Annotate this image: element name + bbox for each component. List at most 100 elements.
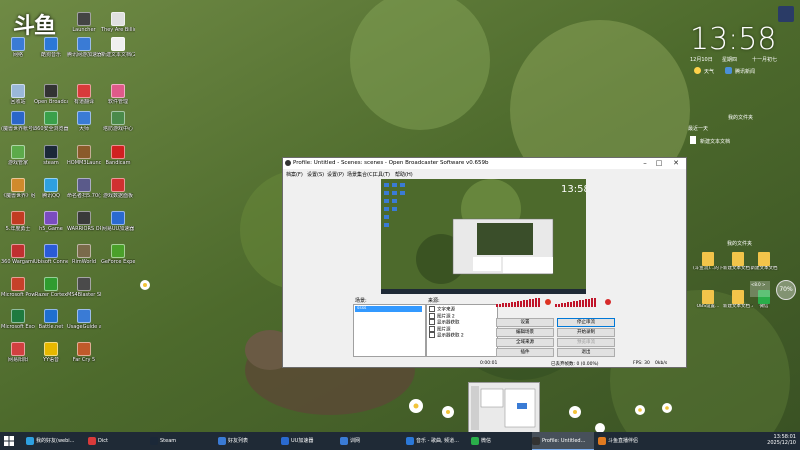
edit-scene-button[interactable]: 编辑场景 — [496, 328, 554, 337]
taskbar-item[interactable]: 好友列表 — [218, 432, 276, 450]
desktop-icon[interactable]: 软件管理 — [101, 84, 135, 105]
source-visibility-checkbox[interactable] — [429, 332, 435, 338]
obs-preview[interactable]: 13:58 — [381, 179, 586, 294]
desktop-icon[interactable]: 腾讯网游加速器 — [67, 37, 101, 58]
desktop-icon[interactable]: steam — [34, 145, 68, 166]
widget-icon[interactable] — [778, 6, 794, 22]
desktop-icon[interactable]: h5_Game — [34, 211, 68, 232]
source-visibility-checkbox[interactable] — [429, 325, 435, 332]
desktop-icon[interactable]: MS4Blaster Shadow... — [67, 277, 101, 298]
menu-item[interactable]: 场景集合(C) — [347, 171, 374, 178]
sources-list[interactable]: 文字来源 图片源 2 显示器获取 图片源 显示器获取 2 — [426, 304, 498, 357]
desktop-icon[interactable]: 回收站 — [1, 84, 35, 105]
weather-label[interactable]: 天气 — [704, 68, 714, 75]
desktop-icon[interactable]: Launcher — [67, 12, 101, 33]
desktop-icon[interactable]: 360 Wargaming Game Ce... — [1, 244, 35, 265]
desktop-icon[interactable]: 360安全浏览器 — [34, 111, 68, 132]
folder-file-icon[interactable]: (斗鱼流)...的下载文档 — [693, 252, 723, 271]
taskbar-item[interactable]: 训网 — [340, 432, 400, 450]
scenes-list[interactable]: ssss — [353, 304, 426, 357]
news-icon[interactable] — [725, 67, 732, 74]
menu-item[interactable]: 档案(F) — [286, 171, 303, 178]
desktop-icon[interactable]: HOMM3Launcher — [67, 145, 101, 166]
progress-badge[interactable]: 70% — [776, 280, 796, 300]
desktop-icon[interactable]: 酷狗音乐 — [34, 37, 68, 58]
desktop-icon[interactable]: Microsoft Excel 2016 — [1, 309, 35, 330]
desktop-icon[interactable]: 网络 — [1, 37, 35, 58]
speaker-mute-icon[interactable] — [605, 299, 611, 305]
my-docs-label[interactable]: 我的文件夹 — [728, 114, 753, 121]
menu-item[interactable]: 设置(P) — [327, 171, 344, 178]
desktop-icon[interactable]: Bandicam — [101, 145, 135, 166]
source-visibility-checkbox[interactable] — [429, 312, 435, 319]
desktop-icon[interactable]: Far Cry 5 — [67, 342, 101, 363]
taskbar-item[interactable]: 微信 — [471, 432, 529, 450]
folder-file-icon[interactable]: 新建文本文档 — [749, 252, 779, 271]
tray-clock[interactable]: 13:58:01 2025/12/10 — [752, 434, 796, 446]
close-button[interactable]: ✕ — [670, 159, 682, 168]
desktop-icon[interactable]: 塔防游戏中心 — [101, 111, 135, 132]
maximize-button[interactable]: □ — [653, 159, 665, 168]
taskbar-item-label: Steam — [160, 438, 177, 444]
taskbar-item[interactable]: 我的好友(webi... — [26, 432, 84, 450]
desktop-icon[interactable]: They Are Billions — [101, 12, 135, 33]
weather-icon[interactable] — [694, 67, 701, 74]
desktop-icon[interactable]: 5.年度勇士 — [1, 211, 35, 232]
source-visibility-checkbox[interactable] — [429, 306, 435, 312]
desktop-icon[interactable]: Ubisoft Connect — [34, 244, 68, 265]
desktop-icon-label: Far Cry 5 — [72, 357, 96, 363]
stop-stream-button[interactable]: 停止串流 — [557, 318, 615, 327]
desktop-icon[interactable]: YY语音 — [34, 342, 68, 363]
windows-start-icon[interactable] — [4, 436, 14, 446]
desktop-icon[interactable]: 《魔兽世界》经典怀旧服 — [1, 178, 35, 199]
app-icon — [150, 436, 158, 445]
desktop-icon[interactable]: 游戏数据面板 — [101, 178, 135, 199]
desktop-icon[interactable]: 游戏管家 — [1, 145, 35, 166]
menu-item[interactable]: 工具(T) — [373, 171, 390, 178]
folder-file-icon[interactable]: OBS设置... — [693, 290, 723, 309]
desktop-icon[interactable]: 新建文本文档(2) — [101, 37, 135, 58]
desktop-icon[interactable]: RimWorld — [67, 244, 101, 265]
file-icon — [732, 290, 744, 304]
source-visibility-checkbox[interactable] — [429, 319, 435, 325]
desktop-icon-label: 酷狗音乐 — [40, 52, 61, 58]
desktop-icon[interactable]: 网易UU加速器 — [101, 211, 135, 232]
source-item[interactable]: 显示器获取 2 — [429, 332, 464, 340]
desktop-icon[interactable]: Razer Cortex — [34, 277, 68, 298]
desktop-icon[interactable]: Microsoft PowerPoint 2... — [1, 277, 35, 298]
settings-button[interactable]: 设置 — [496, 318, 554, 327]
obs-titlebar[interactable]: Profile: Untitled - Scenes: scenes - Ope… — [283, 158, 686, 169]
global-sources-button[interactable]: 全域来源 — [496, 338, 554, 347]
app-icon — [281, 436, 289, 445]
desktop-icon[interactable]: (魔兽世界帐号助手 — [1, 111, 35, 132]
taskbar-thumbnail-preview[interactable] — [468, 382, 540, 434]
desktop-icon[interactable]: 网易阳阳 — [1, 342, 35, 363]
app-icon — [88, 436, 96, 445]
minimize-button[interactable]: – — [639, 159, 651, 168]
mic-mute-icon[interactable] — [545, 299, 551, 305]
desktop-icon[interactable]: 大师 — [67, 111, 101, 132]
scene-item[interactable]: ssss — [355, 306, 422, 312]
taskbar-item[interactable]: 音乐 - 歌曲, 频道... — [406, 432, 466, 450]
desktop-icon[interactable]: 命名者扫5.70(测试) — [67, 178, 101, 199]
desktop-icon[interactable]: Battle.net — [34, 309, 68, 330]
desktop-icon[interactable]: UsageGuide and Control — [67, 309, 101, 330]
desktop-icon[interactable]: 腾讯QQ — [34, 178, 68, 199]
recent-item[interactable]: 新建文本文档 — [700, 138, 730, 145]
menu-item[interactable]: 设置(S) — [307, 171, 324, 178]
exit-button[interactable]: 退出 — [557, 348, 615, 357]
taskbar-item[interactable]: UU加速器 — [281, 432, 336, 450]
taskbar-item[interactable]: Steam — [150, 432, 212, 450]
news-label[interactable]: 腾讯新闻 — [735, 68, 755, 75]
taskbar-item[interactable]: 斗鱼直播伴侣 — [598, 432, 660, 450]
preview-stream-button[interactable]: 预览串流 — [557, 338, 615, 347]
plugins-button[interactable]: 插件 — [496, 348, 554, 357]
desktop-icon[interactable]: GeForce Experience — [101, 244, 135, 265]
start-record-button[interactable]: 开始录制 — [557, 328, 615, 337]
desktop-icon[interactable]: Open Broadcaster Soft... — [34, 84, 68, 105]
desktop-icon[interactable]: WARRIORS OROCHI 4... — [67, 211, 101, 232]
taskbar-item[interactable]: Dict — [88, 432, 146, 450]
desktop-icon[interactable]: 有道翻译 — [67, 84, 101, 105]
menu-item[interactable]: 帮助(H) — [395, 171, 413, 178]
taskbar-item[interactable]: Profile: Untitled... — [532, 432, 594, 450]
